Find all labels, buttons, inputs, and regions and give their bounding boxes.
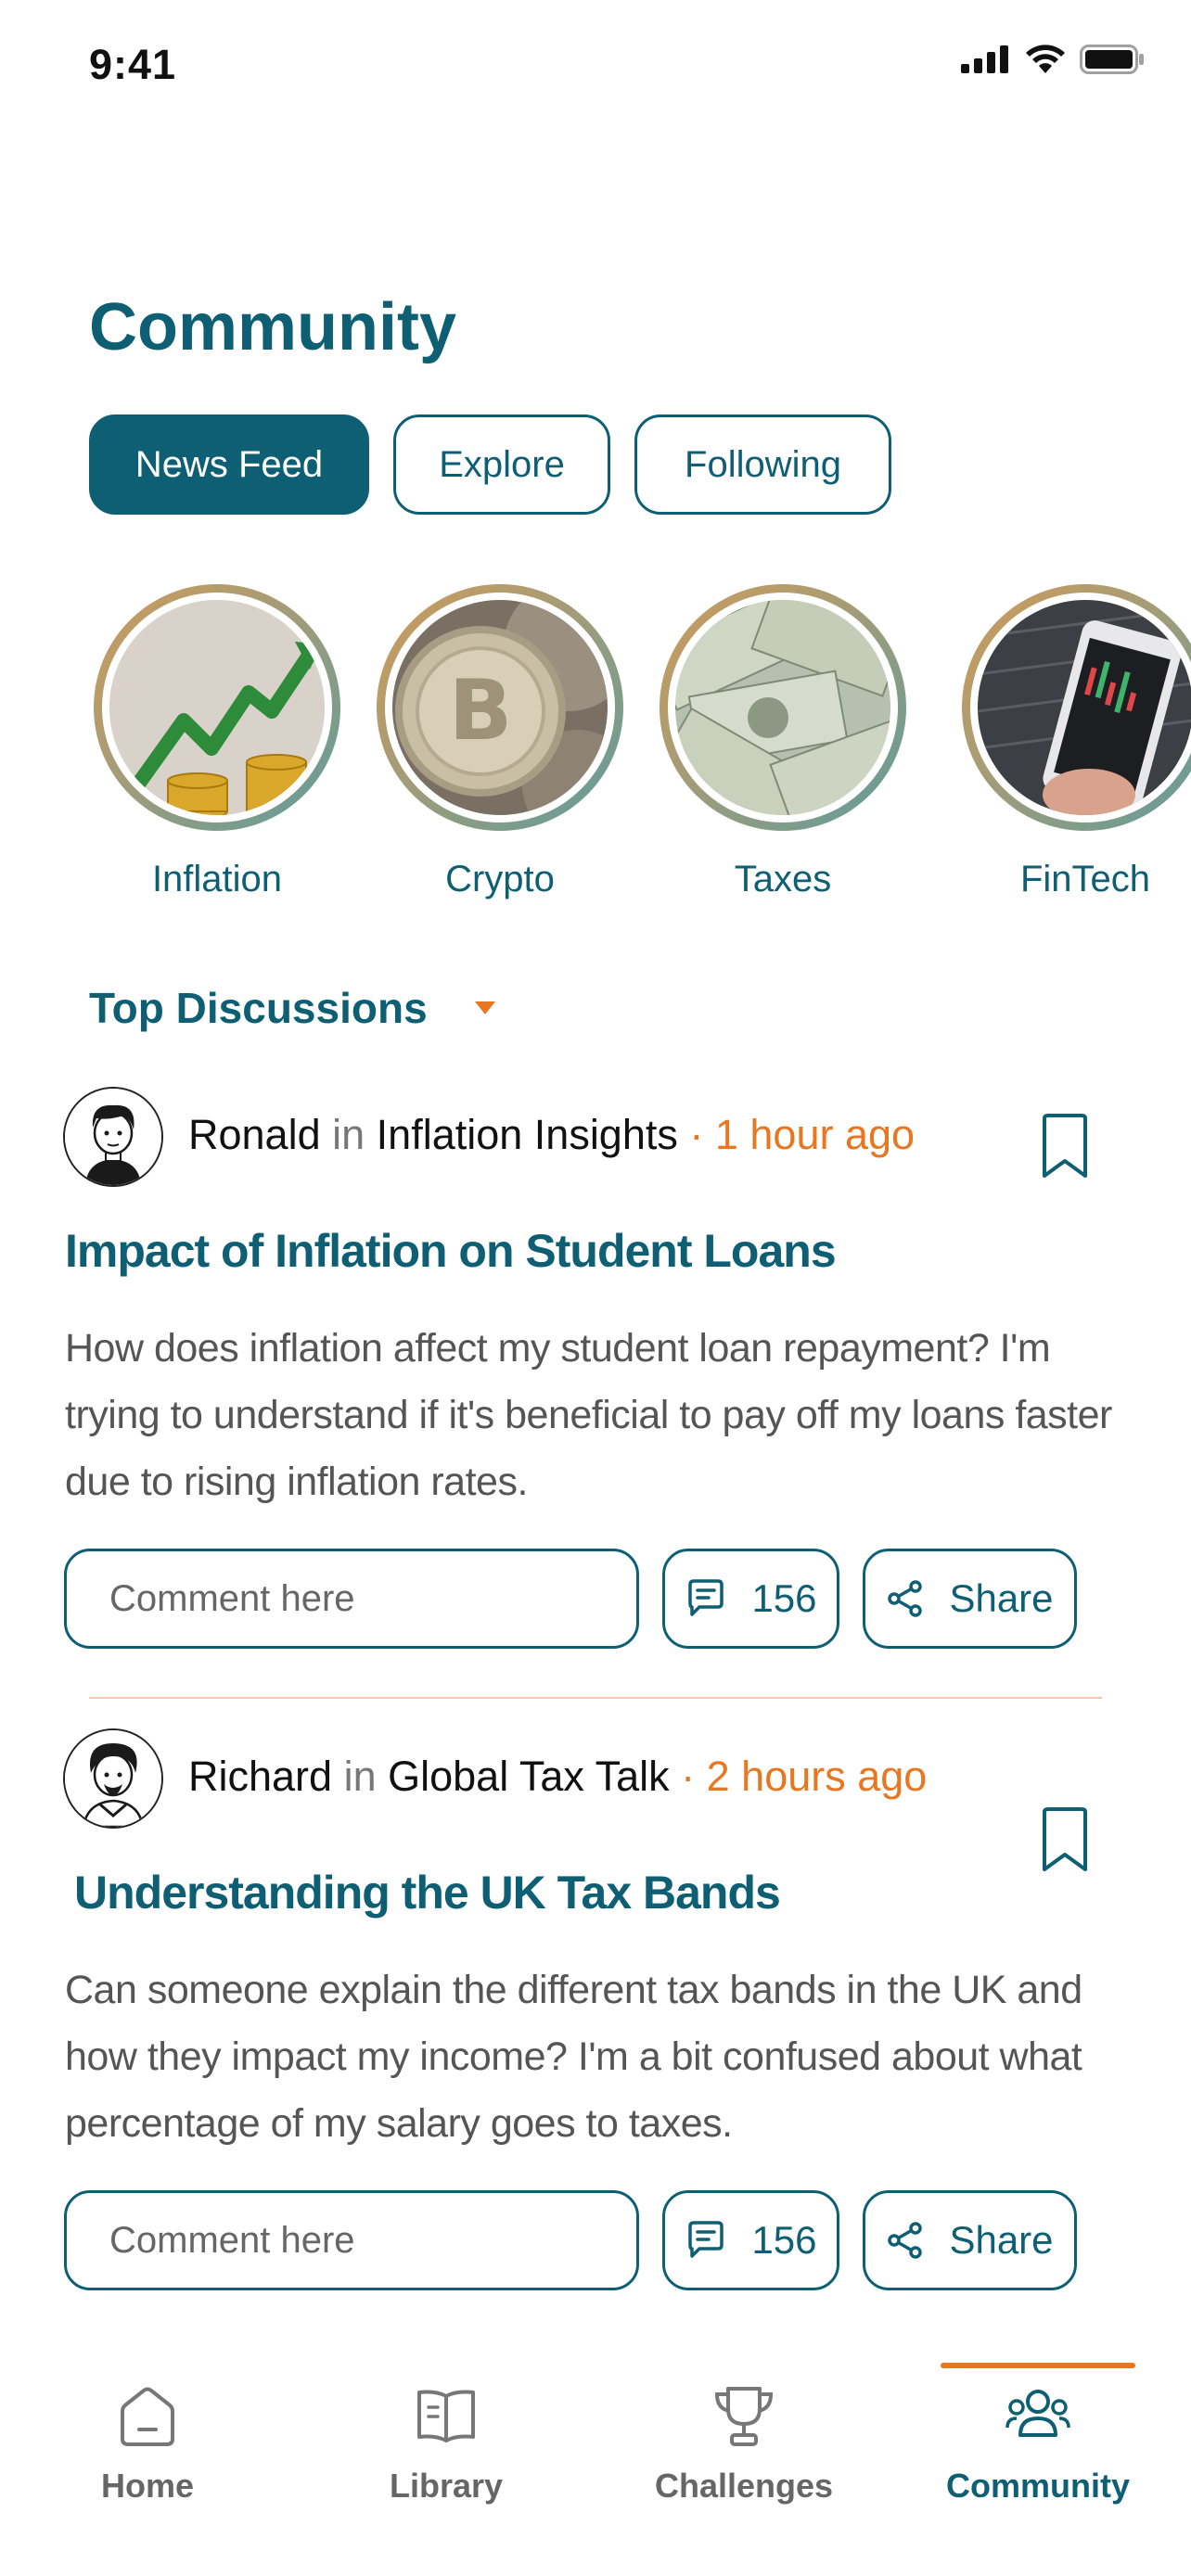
section-title: Top Discussions (89, 984, 428, 1032)
nav-label: Home (100, 2467, 195, 2505)
post-meta: Richard in Global Tax Talk · 2 hours ago (188, 1753, 927, 1801)
post-time: · 1 hour ago (689, 1111, 916, 1158)
share-button[interactable]: Share (863, 1549, 1077, 1649)
bottom-nav: Home Library Challenges Community (0, 2346, 1191, 2576)
nav-library[interactable]: Library (321, 2346, 571, 2531)
tab-following[interactable]: Following (634, 414, 891, 515)
nav-label: Challenges (654, 2467, 834, 2505)
post-body: Can someone explain the different tax ba… (65, 1968, 1082, 2146)
post-in-label: in (332, 1111, 365, 1158)
dollar-bills-image (675, 600, 890, 815)
trophy-icon (714, 2387, 774, 2446)
post-title[interactable]: Impact of Inflation on Student Loans (65, 1224, 837, 1278)
nav-label: Library (389, 2467, 504, 2505)
bookmark-icon[interactable] (1037, 1113, 1093, 1180)
comments-button[interactable]: 156 (662, 2190, 839, 2290)
share-label: Share (949, 2218, 1054, 2262)
nav-challenges[interactable]: Challenges (619, 2346, 869, 2531)
post-author[interactable]: Ronald (188, 1111, 321, 1158)
nav-home[interactable]: Home (22, 2346, 273, 2531)
share-button[interactable]: Share (863, 2190, 1077, 2290)
book-icon (417, 2390, 475, 2442)
tab-explore[interactable]: Explore (393, 414, 610, 515)
bookmark-icon[interactable] (1037, 1806, 1093, 1873)
avatar[interactable] (63, 1087, 163, 1187)
people-icon (1005, 2390, 1070, 2437)
post-time: · 2 hours ago (681, 1753, 928, 1800)
phone-trading-app-image (978, 600, 1191, 815)
inflation-chart-coins-image (109, 600, 325, 815)
topic-fintech[interactable]: FinTech (962, 584, 1191, 900)
wifi-icon (1026, 45, 1065, 73)
topic-label: Taxes (734, 859, 832, 899)
home-icon (121, 2387, 174, 2446)
comment-count: 156 (751, 2218, 817, 2262)
comment-count: 156 (751, 1576, 817, 1620)
status-time: 9:41 (89, 41, 177, 88)
share-icon (888, 1580, 923, 1617)
comment-icon (688, 2221, 724, 2258)
topic-taxes[interactable]: Taxes (660, 584, 910, 900)
cellular-signal-icon (961, 45, 1008, 73)
post-meta: Ronald in Inflation Insights · 1 hour ag… (188, 1111, 915, 1159)
feed-tabs: News Feed Explore Following (89, 414, 891, 515)
topic-carousel: Inflation B Crypto Taxes FinTech (0, 584, 1191, 918)
topic-label: Crypto (445, 859, 555, 899)
topic-crypto[interactable]: B Crypto (377, 584, 627, 900)
page-title: Community (89, 290, 456, 364)
dropdown-caret-icon[interactable] (475, 1001, 495, 1014)
avatar[interactable] (63, 1728, 163, 1829)
comment-icon (688, 1579, 724, 1616)
post-author[interactable]: Richard (188, 1753, 332, 1800)
post-divider (89, 1697, 1102, 1699)
svg-text:B: B (449, 662, 513, 759)
bitcoin-coins-image: B (392, 600, 608, 815)
topic-inflation[interactable]: Inflation (94, 584, 344, 900)
nav-community[interactable]: Community (913, 2346, 1163, 2531)
status-icons (961, 45, 1145, 74)
active-tab-indicator (941, 2363, 1135, 2368)
share-icon (888, 2222, 923, 2259)
share-label: Share (949, 1576, 1054, 1620)
post-title[interactable]: Understanding the UK Tax Bands (74, 1866, 781, 1919)
post-body: How does inflation affect my student loa… (65, 1326, 1112, 1504)
comments-button[interactable]: 156 (662, 1549, 839, 1649)
nav-label: Community (946, 2467, 1130, 2505)
battery-icon (1080, 45, 1144, 74)
post-in-label: in (343, 1753, 377, 1800)
topic-label: Inflation (151, 859, 283, 899)
comment-input[interactable] (64, 2190, 639, 2290)
topic-ring (94, 584, 340, 831)
tab-news-feed[interactable]: News Feed (89, 414, 369, 515)
comment-input[interactable] (64, 1549, 639, 1649)
topic-label: FinTech (1019, 859, 1151, 899)
post-group[interactable]: Global Tax Talk (388, 1753, 670, 1800)
status-bar: 9:41 (0, 0, 1191, 130)
post-group[interactable]: Inflation Insights (377, 1111, 678, 1158)
